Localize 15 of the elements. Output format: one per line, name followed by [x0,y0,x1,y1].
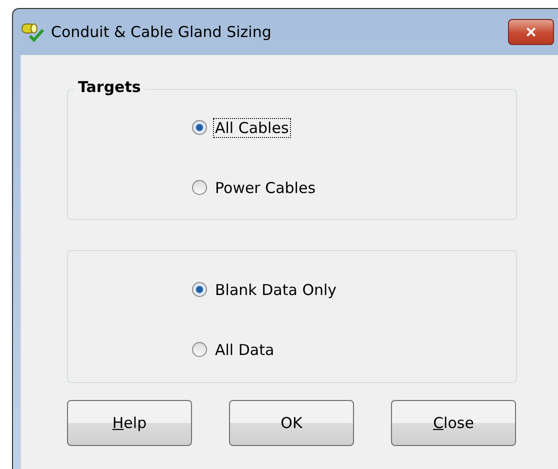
radio-label[interactable]: All Data [213,340,276,360]
close-button[interactable]: × [508,19,554,45]
radio-button[interactable] [192,120,207,135]
dialog-button[interactable]: Help [67,400,192,446]
window-title: Conduit & Cable Gland Sizing [51,23,272,41]
radio-button[interactable] [192,342,207,357]
dialog-button[interactable]: Close [391,400,516,446]
group-title: Targets [74,78,145,96]
radio-label[interactable]: Blank Data Only [213,280,339,300]
radio-label[interactable]: All Cables [213,118,291,138]
radio-button[interactable] [192,180,207,195]
radio-label[interactable]: Power Cables [213,178,318,198]
radio-button[interactable] [192,282,207,297]
dialog-button[interactable]: OK [229,400,354,446]
cable-check-icon [21,21,45,43]
